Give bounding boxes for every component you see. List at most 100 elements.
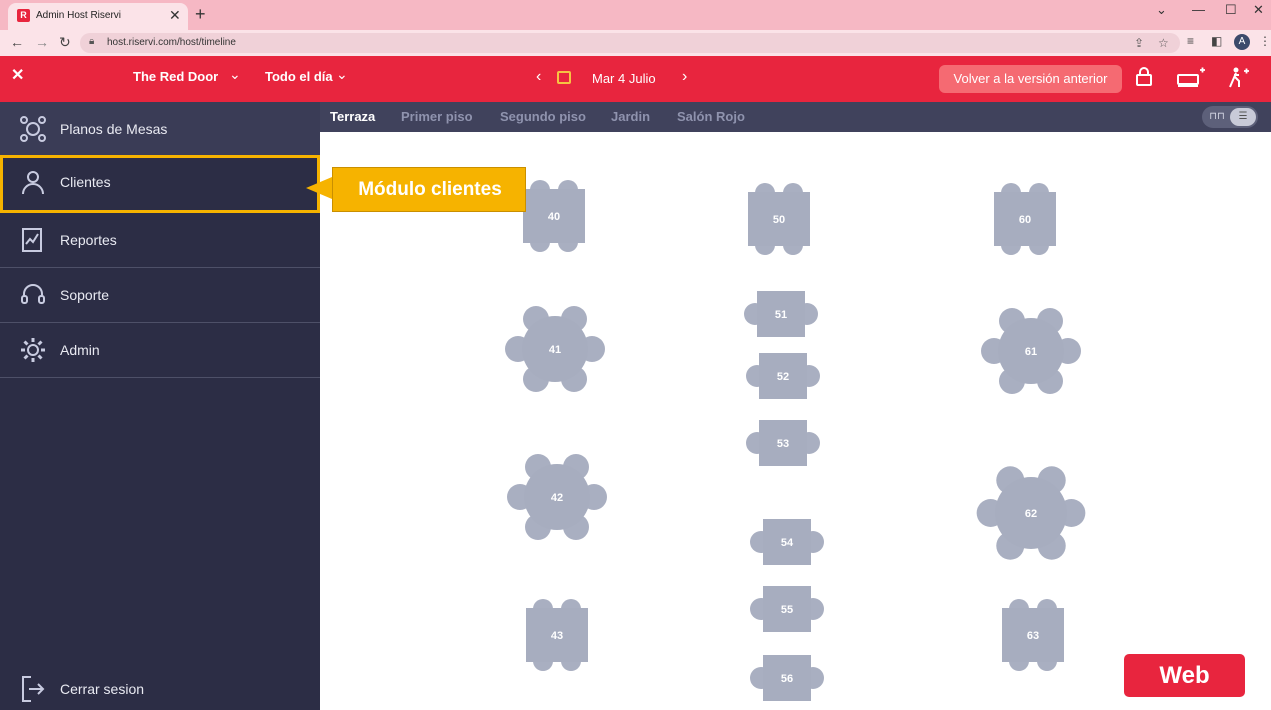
gear-icon <box>21 338 45 362</box>
table-61[interactable]: 61 <box>981 308 1081 394</box>
table-50[interactable]: 50 <box>748 183 810 255</box>
add-table-icon[interactable] <box>1176 67 1206 94</box>
table-54[interactable]: 54 <box>750 519 824 565</box>
old-version-button[interactable]: Volver a la versión anterior <box>939 65 1122 93</box>
table-number: 42 <box>551 492 563 504</box>
previous-day-icon[interactable]: ‹ <box>536 68 541 86</box>
profile-avatar[interactable]: A <box>1234 34 1250 50</box>
bookmark-star-icon[interactable]: ☆ <box>1158 36 1169 50</box>
headset-icon <box>21 284 45 304</box>
table-number: 41 <box>549 344 561 356</box>
table-56[interactable]: 56 <box>750 655 824 701</box>
sidebar-item-label: Clientes <box>60 174 111 190</box>
logout-icon <box>22 676 45 702</box>
tab-terraza[interactable]: Terraza <box>330 109 375 124</box>
web-badge: Web <box>1124 654 1245 697</box>
share-icon[interactable]: ⇪ <box>1134 36 1144 50</box>
table-number: 40 <box>548 211 560 223</box>
table-number: 62 <box>1025 508 1037 520</box>
minimize-icon[interactable]: — <box>1192 2 1205 17</box>
logout-label: Cerrar sesion <box>60 681 145 697</box>
floor-plan-icon <box>20 116 46 142</box>
calendar-icon[interactable] <box>557 71 571 84</box>
sidebar-item-admin[interactable]: Admin <box>0 323 320 378</box>
add-walk-in-icon[interactable] <box>1227 67 1251 94</box>
list-view-icon[interactable]: ☰ <box>1230 108 1256 126</box>
floor-view-icon[interactable]: ⊓⊓ <box>1204 108 1230 126</box>
table-number: 61 <box>1025 346 1037 358</box>
browser-tab-bar: R Admin Host Riservi ✕ + ⌄ — ☐ ✕ <box>0 0 1271 30</box>
current-date[interactable]: Mar 4 Julio <box>592 71 656 86</box>
callout-modulo-clientes: Módulo clientes <box>332 167 526 212</box>
table-number: 56 <box>781 673 793 685</box>
floor-plan-svg: 40 50 60 41 51 52 53 61 42 62 54 55 56 43 63 <box>505 180 1086 701</box>
browser-tab[interactable]: R Admin Host Riservi ✕ <box>8 3 188 30</box>
table-number: 51 <box>775 309 787 321</box>
lock-icon[interactable] <box>1135 67 1153 92</box>
callout-text: Módulo clientes <box>358 179 502 200</box>
lock-icon: 🔒︎ <box>89 36 95 47</box>
shift-selector[interactable]: Todo el día <box>265 69 333 84</box>
reload-icon[interactable]: ↻ <box>59 34 71 51</box>
table-number: 63 <box>1027 630 1039 642</box>
sidebar-item-label: Planos de Mesas <box>60 121 168 137</box>
window-close-icon[interactable]: ✕ <box>1253 2 1264 18</box>
table-42[interactable]: 42 <box>507 454 607 540</box>
table-53[interactable]: 53 <box>746 420 820 466</box>
side-panel-icon[interactable]: ◧ <box>1211 34 1222 48</box>
sidebar: Planos de Mesas Clientes Reportes Soport… <box>0 102 320 710</box>
app-header: ✕ The Red Door ⌄ Todo el día ⌄ ‹ Mar 4 J… <box>0 56 1271 102</box>
tab-jardin[interactable]: Jardin <box>611 109 650 124</box>
shift-chevron-down-icon[interactable]: ⌄ <box>336 66 348 83</box>
forward-icon[interactable]: → <box>35 34 49 50</box>
table-51[interactable]: 51 <box>744 291 818 337</box>
table-40[interactable]: 40 <box>523 180 585 252</box>
next-day-icon[interactable]: › <box>682 68 687 86</box>
logout-button[interactable]: Cerrar sesion <box>0 662 320 710</box>
tab-primer-piso[interactable]: Primer piso <box>401 109 473 124</box>
sidebar-item-reportes[interactable]: Reportes <box>0 213 320 268</box>
table-number: 60 <box>1019 214 1031 226</box>
table-41[interactable]: 41 <box>505 306 605 392</box>
floor-tabs: Terraza Primer piso Segundo piso Jardin … <box>320 102 1271 132</box>
sidebar-item-label: Admin <box>60 342 100 358</box>
restaurant-name[interactable]: The Red Door <box>133 69 218 84</box>
sidebar-item-clientes[interactable]: Clientes <box>0 155 320 213</box>
table-number: 54 <box>781 537 794 549</box>
table-63[interactable]: 63 <box>1002 599 1064 671</box>
user-icon <box>22 171 44 195</box>
close-icon[interactable]: ✕ <box>11 65 24 85</box>
reports-icon <box>22 228 42 252</box>
table-55[interactable]: 55 <box>750 586 824 632</box>
browser-menu-icon[interactable]: ⋮ <box>1259 34 1271 48</box>
table-number: 53 <box>777 438 789 450</box>
url-field[interactable]: 🔒︎ host.riservi.com/host/timeline ⇪ ☆ <box>80 33 1180 53</box>
reading-list-icon[interactable]: ≡ <box>1187 34 1194 48</box>
table-number: 52 <box>777 371 789 383</box>
sidebar-item-label: Soporte <box>60 287 110 303</box>
sidebar-item-label: Reportes <box>60 232 117 248</box>
table-62[interactable]: 62 <box>976 466 1086 560</box>
sidebar-item-soporte[interactable]: Soporte <box>0 268 320 323</box>
browser-tab-title: Admin Host Riservi <box>36 10 122 21</box>
back-icon[interactable]: ← <box>10 34 24 50</box>
callout-arrow <box>306 177 332 199</box>
table-60[interactable]: 60 <box>994 183 1056 255</box>
url-text: host.riservi.com/host/timeline <box>107 37 236 48</box>
view-toggle[interactable]: ⊓⊓ ☰ <box>1202 106 1258 128</box>
tab-segundo-piso[interactable]: Segundo piso <box>500 109 586 124</box>
maximize-icon[interactable]: ☐ <box>1225 2 1237 18</box>
table-number: 55 <box>781 604 793 616</box>
riservi-favicon-icon: R <box>17 9 30 22</box>
floor-plan-canvas: 40 50 60 41 51 52 53 61 42 62 54 55 56 43 63 <box>320 132 1271 710</box>
restaurant-chevron-down-icon[interactable]: ⌄ <box>229 66 241 83</box>
close-tab-icon[interactable]: ✕ <box>169 7 181 24</box>
table-52[interactable]: 52 <box>746 353 820 399</box>
table-43[interactable]: 43 <box>526 599 588 671</box>
tab-salon-rojo[interactable]: Salón Rojo <box>677 109 745 124</box>
new-tab-icon[interactable]: + <box>195 4 206 25</box>
tab-search-icon[interactable]: ⌄ <box>1156 2 1167 18</box>
sidebar-item-planos-de-mesas[interactable]: Planos de Mesas <box>0 102 320 157</box>
browser-address-bar: ← → ↻ 🔒︎ host.riservi.com/host/timeline … <box>0 30 1271 56</box>
table-number: 43 <box>551 630 563 642</box>
